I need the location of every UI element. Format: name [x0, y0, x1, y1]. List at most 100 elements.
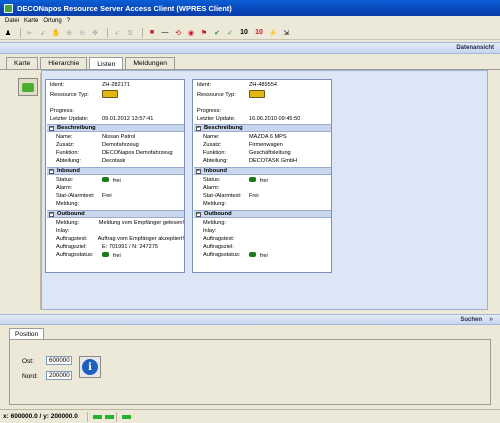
- section-outbound[interactable]: − Outbound: [194, 210, 331, 218]
- info-icon: i: [82, 359, 98, 375]
- zoom-in-icon[interactable]: ⊕: [64, 28, 74, 38]
- status-separator: [87, 411, 88, 422]
- hand-icon[interactable]: ✋: [51, 28, 61, 38]
- update-label: Letzter Update:: [197, 116, 236, 122]
- update-value: 09.01.2012 13:57:41: [102, 116, 154, 122]
- menu-karte[interactable]: Karte: [24, 18, 38, 24]
- name-label: Name:: [203, 134, 220, 140]
- status-row: Status: frei: [50, 176, 184, 184]
- update-label: Letzter Update:: [50, 116, 89, 122]
- status-bar: x: 600000.0 / y: 200000.0: [0, 409, 500, 423]
- collapse-icon[interactable]: −: [196, 125, 201, 131]
- flag-icon[interactable]: ⚑: [199, 28, 209, 38]
- ost-field[interactable]: 600000: [46, 356, 72, 365]
- ident-row: Ident: ZH-282171: [50, 81, 184, 89]
- ident-row: Ident: ZH-489554: [197, 81, 331, 89]
- toolbar-separator: [20, 27, 21, 38]
- zusatz-row: Zusatz: Demofahrzeug: [50, 141, 184, 149]
- ten-button-icon[interactable]: 10: [238, 28, 250, 38]
- funktion-row: Funktion: DECONapos Demofahrzeug: [50, 149, 184, 157]
- section-title: Outbound: [57, 211, 85, 217]
- resource-card[interactable]: Ident: ZH-489554 Ressource Typ: Progress:…: [192, 79, 332, 273]
- collapse-icon[interactable]: −: [196, 211, 201, 217]
- nord-field[interactable]: 200000: [46, 371, 72, 380]
- auftragstext-row: Auftragstext: Auftrag vom Empfänger akzep…: [50, 235, 184, 243]
- inlay-label: Inlay:: [203, 228, 217, 234]
- alarmtext-label: Stat-/Alarmtext:: [203, 193, 242, 199]
- out-meldung-row: Meldung: Meldung vom Empfänger gelesen!: [50, 219, 184, 227]
- person-icon[interactable]: ♟: [3, 28, 13, 38]
- alarmtext-label: Stat-/Alarmtext:: [56, 193, 95, 199]
- left-panel: [14, 73, 41, 310]
- abteilung-row: Abteilung: DECOTASK GmbH: [197, 157, 331, 165]
- alarmtext-value: Frei: [249, 193, 259, 199]
- auftragstext-row: Auftragstext:: [197, 235, 331, 243]
- search-band[interactable]: Suchen »: [0, 314, 500, 325]
- zoom-out-icon[interactable]: ⊖: [77, 28, 87, 38]
- car-icon: [249, 176, 256, 182]
- arrow-left-icon[interactable]: ⇤: [25, 28, 35, 38]
- ident-value: ZH-489554: [249, 82, 277, 88]
- out-meldung-label: Meldung:: [203, 220, 227, 226]
- section-inbound[interactable]: − Inbound: [194, 167, 331, 175]
- auftragsstatus-row: Auftragsstatus: frei: [50, 251, 184, 259]
- auftragsstatus-label: Auftragsstatus:: [203, 252, 241, 258]
- briefcase-icon[interactable]: [18, 78, 38, 96]
- export-icon[interactable]: ⇲: [281, 28, 291, 38]
- truck-icon: [102, 90, 118, 98]
- menu-datei[interactable]: Datei: [5, 18, 19, 24]
- collapse-icon[interactable]: −: [196, 168, 201, 174]
- connection-indicator-icon: [93, 414, 102, 419]
- section-inbound[interactable]: − Inbound: [47, 167, 184, 175]
- tab-karte[interactable]: Karte: [6, 57, 39, 69]
- section-outbound[interactable]: − Outbound: [47, 210, 184, 218]
- out-meldung-row: Meldung:: [197, 219, 331, 227]
- toolbar-separator: [107, 27, 108, 38]
- checkmark-icon[interactable]: ✓: [225, 28, 235, 38]
- tab-hierarchie[interactable]: Hierarchie: [40, 57, 88, 69]
- data-view-label: Datenansicht: [456, 45, 494, 51]
- record-icon[interactable]: ■: [147, 28, 157, 38]
- menu-bar: Datei Karte Ortung ?: [0, 16, 500, 26]
- alarm-row: Alarm:: [197, 184, 331, 192]
- funktion-value: Geschäftsleitung: [249, 150, 291, 156]
- check-icon[interactable]: ✔: [212, 28, 222, 38]
- arrows-icon[interactable]: ⇅: [125, 28, 135, 38]
- line-icon[interactable]: —: [160, 28, 170, 38]
- collapse-icon[interactable]: −: [49, 125, 54, 131]
- route-icon[interactable]: ➶: [112, 28, 122, 38]
- section-beschreibung[interactable]: − Beschreibung: [47, 124, 184, 132]
- menu-help[interactable]: ?: [67, 18, 70, 24]
- auftragsstatus-value: frei: [260, 252, 268, 259]
- app-icon: [4, 3, 13, 13]
- pan-icon[interactable]: ✥: [90, 28, 100, 38]
- auftragsstatus-label: Auftragsstatus:: [56, 252, 94, 258]
- meldung-label: Meldung:: [203, 201, 227, 207]
- coordinates-readout: x: 600000.0 / y: 200000.0: [3, 413, 78, 420]
- pointer-icon[interactable]: ➹: [38, 28, 48, 38]
- collapse-icon[interactable]: −: [49, 168, 54, 174]
- collapse-chevron-icon[interactable]: »: [489, 316, 493, 323]
- target-icon[interactable]: ◉: [186, 28, 196, 38]
- tab-position[interactable]: Position: [9, 328, 45, 339]
- funktion-label: Funktion:: [56, 150, 80, 156]
- ost-label: Ost:: [22, 358, 34, 365]
- resource-card[interactable]: Ident: ZH-282171 Ressource Typ: Progress:…: [45, 79, 185, 273]
- alarmtext-row: Stat-/Alarmtext: Frei: [197, 192, 331, 200]
- alert-icon[interactable]: ⚡: [268, 28, 278, 38]
- zusatz-value: Demofahrzeug: [102, 142, 139, 148]
- alarmtext-value: Frei: [102, 193, 112, 199]
- name-row: Name: Nissan Patrol: [50, 133, 184, 141]
- name-value: Nissan Patrol: [102, 134, 136, 140]
- section-title: Inbound: [57, 168, 80, 174]
- menu-ortung[interactable]: Ortung: [43, 18, 61, 24]
- ten-alt-button-icon[interactable]: 10: [253, 28, 265, 38]
- data-view-band: Datenansicht: [0, 42, 500, 54]
- collapse-icon[interactable]: −: [49, 211, 54, 217]
- section-beschreibung[interactable]: − Beschreibung: [194, 124, 331, 132]
- tab-meldungen[interactable]: Meldungen: [125, 57, 176, 69]
- title-bar: DECONapos Resource Server Access Client …: [0, 0, 500, 16]
- back-icon[interactable]: ⟲: [173, 28, 183, 38]
- status-row: Status: frei: [197, 176, 331, 184]
- info-button[interactable]: i: [79, 356, 101, 378]
